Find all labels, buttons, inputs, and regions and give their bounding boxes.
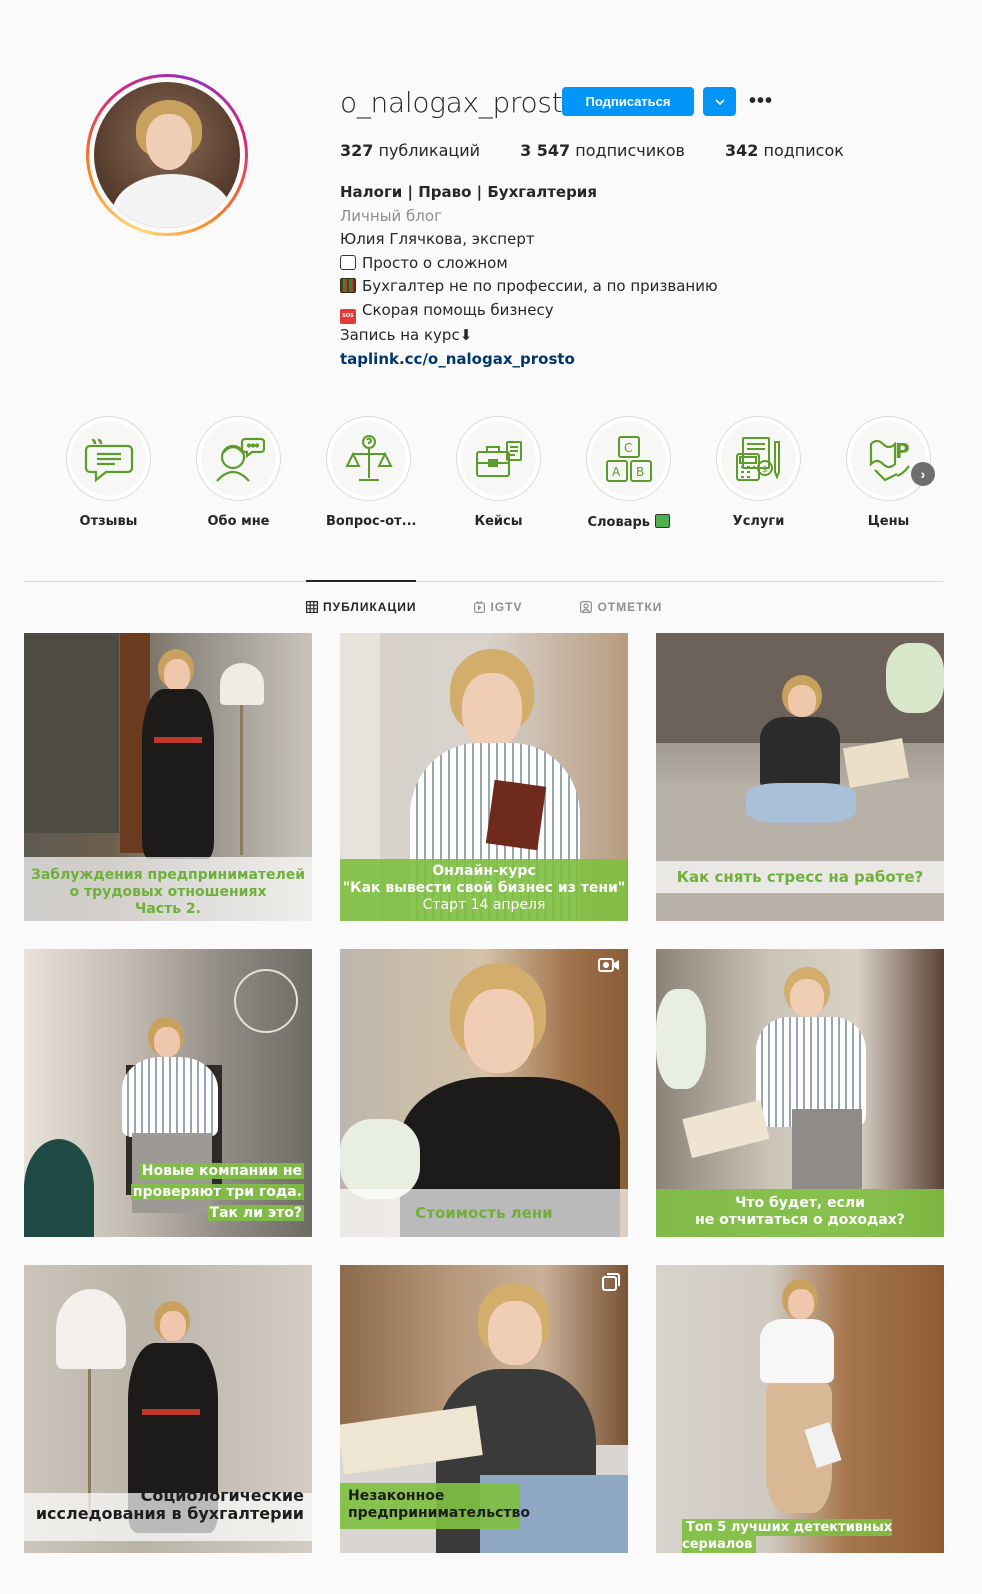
profile-username: o_nalogax_prosto xyxy=(340,86,580,119)
igtv-icon xyxy=(474,601,486,613)
post-caption: Как снять стресс на работе? xyxy=(676,868,924,886)
post-caption: Топ 5 лучших детективных сериалов xyxy=(682,1519,893,1553)
story-highlights: Отзывы Обо мне Вопрос-от... Кейсы C A B … xyxy=(66,416,976,530)
bio-line: Юлия Глячкова, эксперт xyxy=(340,230,535,249)
price-tag-icon: P xyxy=(869,439,910,481)
highlight-dictionary[interactable]: C A B Словарь xyxy=(586,416,671,530)
person-chat-icon xyxy=(215,437,265,482)
post-thumbnail[interactable]: Стоимость лени xyxy=(340,949,628,1237)
svg-text:A: A xyxy=(612,465,621,479)
post-caption: Стоимость лени xyxy=(415,1204,553,1222)
calculator-icon: $ xyxy=(735,436,780,481)
posts-stat: 327 публикаций xyxy=(340,141,481,160)
profile-category: Личный блог xyxy=(340,206,442,225)
grid-icon xyxy=(306,601,318,613)
profile-bio: Налоги | Право | Бухгалтерия Личный блог… xyxy=(340,181,718,371)
bio-line: Бухгалтер не по профессии, а по призвани… xyxy=(340,275,718,299)
profile-avatar-ring[interactable] xyxy=(86,74,248,236)
tab-tagged[interactable]: ОТМЕТКИ xyxy=(580,600,662,614)
quote-chat-icon xyxy=(84,438,133,482)
highlight-qa[interactable]: Вопрос-от... xyxy=(326,416,416,530)
post-thumbnail[interactable]: Незаконное предпринимательство xyxy=(340,1265,628,1553)
svg-text:C: C xyxy=(624,441,632,455)
highlights-next-arrow-icon[interactable]: › xyxy=(911,462,935,486)
tagged-icon xyxy=(580,601,593,613)
post-caption: Незаконное предпринимательство xyxy=(348,1488,530,1521)
bio-line: SOS Скорая помощь бизнесу xyxy=(340,299,718,324)
bio-link[interactable]: taplink.cc/o_nalogax_prosto xyxy=(340,348,718,372)
scales-icon xyxy=(344,434,393,481)
following-stat[interactable]: 342 подписок xyxy=(725,141,844,160)
posts-grid: Заблуждения предпринимателей о трудовых … xyxy=(24,633,944,1553)
video-icon xyxy=(598,958,619,972)
tabs-divider xyxy=(24,581,943,582)
highlight-services[interactable]: $ Услуги xyxy=(716,416,801,530)
profile-stats: 327 публикаций 3 547 подписчиков 342 под… xyxy=(340,141,884,160)
post-thumbnail[interactable]: Социологические исследования в бухгалтер… xyxy=(24,1265,312,1553)
briefcase-icon xyxy=(475,440,522,477)
post-caption: Социологические исследования в бухгалтер… xyxy=(35,1486,304,1523)
bio-line: Просто о сложном xyxy=(340,252,718,276)
more-options-icon[interactable]: ••• xyxy=(748,90,774,112)
tab-igtv[interactable]: IGTV xyxy=(474,600,522,614)
post-thumbnail[interactable]: Заблуждения предпринимателей о трудовых … xyxy=(24,633,312,921)
svg-text:B: B xyxy=(636,465,644,479)
abc-emoji-icon xyxy=(654,514,670,528)
post-thumbnail[interactable]: Что будет, если не отчитаться о доходах? xyxy=(656,949,944,1237)
post-thumbnail[interactable]: Онлайн-курс "Как вывести свой бизнес из … xyxy=(340,633,628,921)
chevron-down-icon xyxy=(714,98,725,105)
abacus-icon xyxy=(340,278,356,294)
highlight-cases[interactable]: Кейсы xyxy=(456,416,541,530)
post-caption: Новые компании не проверяют три года. Та… xyxy=(130,1163,304,1221)
post-caption: Онлайн-курс "Как вывести свой бизнес из … xyxy=(342,863,626,913)
highlight-reviews[interactable]: Отзывы xyxy=(66,416,151,530)
svg-text:$: $ xyxy=(762,465,768,475)
svg-text:P: P xyxy=(895,439,910,463)
carousel-icon xyxy=(602,1273,620,1291)
speech-bubble-icon xyxy=(340,254,356,270)
post-caption: Что будет, если не отчитаться о доходах? xyxy=(695,1195,905,1228)
post-thumbnail[interactable]: Топ 5 лучших детективных сериалов xyxy=(656,1265,944,1553)
tab-posts[interactable]: ПУБЛИКАЦИИ xyxy=(306,600,416,614)
abc-blocks-icon: C A B xyxy=(605,435,652,482)
profile-tabs: ПУБЛИКАЦИИ IGTV ОТМЕТКИ xyxy=(306,600,720,614)
bio-line: Запись на курс⬇ xyxy=(340,325,473,344)
sos-icon: SOS xyxy=(340,308,356,324)
post-thumbnail[interactable]: Как снять стресс на работе? xyxy=(656,633,944,921)
post-caption: Заблуждения предпринимателей о трудовых … xyxy=(30,867,306,917)
avatar xyxy=(94,82,240,228)
post-thumbnail[interactable]: Новые компании не проверяют три года. Та… xyxy=(24,949,312,1237)
followers-stat[interactable]: 3 547 подписчиков xyxy=(520,141,685,160)
follow-button[interactable]: Подписаться xyxy=(562,87,694,116)
active-tab-indicator xyxy=(306,580,416,582)
suggested-accounts-button[interactable] xyxy=(703,87,736,116)
highlight-about-me[interactable]: Обо мне xyxy=(196,416,281,530)
profile-name: Налоги | Право | Бухгалтерия xyxy=(340,183,597,201)
